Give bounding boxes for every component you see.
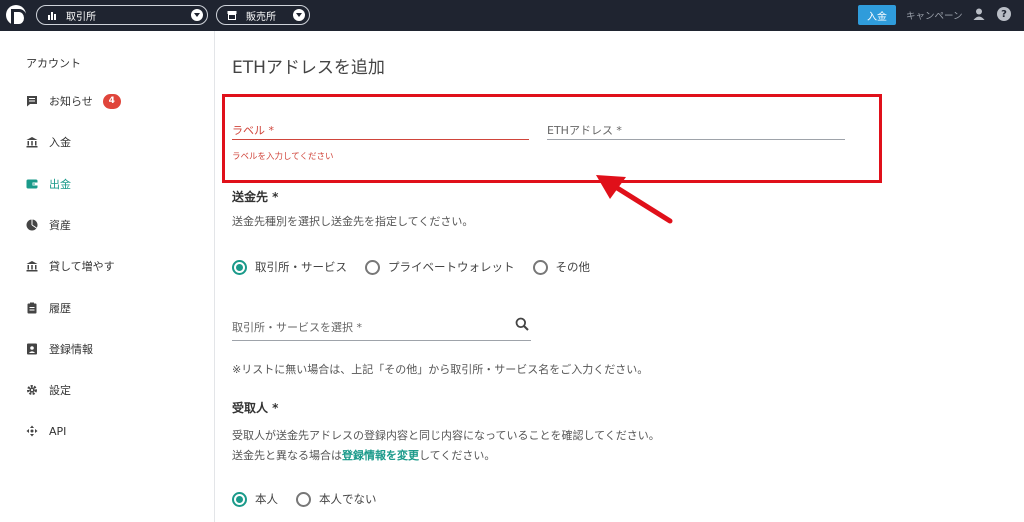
sidebar-item-label: 入金: [49, 136, 71, 149]
recipient-description-1: 受取人が送金先アドレスの登録内容と同じ内容になっていることを確認してください。: [232, 429, 660, 442]
highlight-box: [222, 94, 882, 183]
sidebar-item-label: お知らせ: [49, 95, 93, 108]
radio-label: 本人: [255, 492, 278, 506]
radio-button[interactable]: [232, 491, 247, 507]
chevron-down-icon: [293, 9, 305, 21]
sidebar-item-label: 出金: [49, 178, 71, 191]
sidebar-item-label: 設定: [49, 384, 71, 397]
search-placeholder: 取引所・サービスを選択 *: [232, 321, 362, 334]
top-bar: 取引所 販売所 入金 キャンペーン ?: [0, 0, 1024, 31]
change-registration-link[interactable]: 登録情報を変更: [342, 449, 419, 462]
radio-self[interactable]: 本人: [232, 491, 278, 507]
user-icon[interactable]: [973, 8, 985, 20]
radio-label: プライベートウォレット: [388, 260, 515, 274]
gear-icon: [26, 384, 38, 396]
sidebar-item-withdrawal[interactable]: 出金: [26, 176, 71, 192]
sidebar-item-registration[interactable]: 登録情報: [26, 341, 93, 357]
store-icon: [227, 11, 237, 20]
recipient-heading: 受取人 *: [232, 401, 279, 415]
clipboard-icon: [26, 302, 38, 314]
exchange-selector-label: 取引所: [66, 11, 96, 23]
store-selector-label: 販売所: [246, 11, 276, 23]
radio-label: その他: [555, 260, 591, 274]
api-icon: [26, 425, 38, 437]
deposit-button[interactable]: 入金: [858, 5, 896, 25]
sidebar-title: アカウント: [26, 57, 81, 70]
radio-exchange-service[interactable]: 取引所・サービス: [232, 259, 347, 275]
destination-heading: 送金先 *: [232, 190, 279, 204]
page-title: ETHアドレスを追加: [232, 58, 385, 78]
exchange-service-search[interactable]: 取引所・サービスを選択 *: [232, 313, 531, 341]
sidebar-item-history[interactable]: 履歴: [26, 300, 71, 316]
radio-label: 取引所・サービス: [255, 260, 347, 274]
bar-chart-icon: [48, 12, 56, 20]
sidebar-item-label: API: [49, 424, 67, 438]
recipient-description-2: 送金先と異なる場合は登録情報を変更してください。: [232, 447, 495, 463]
radio-button[interactable]: [296, 491, 311, 507]
sidebar-item-api[interactable]: API: [26, 423, 66, 439]
sidebar-item-lending[interactable]: 貸して増やす: [26, 258, 115, 274]
wallet-icon: [26, 178, 38, 190]
search-icon[interactable]: [515, 317, 529, 331]
pie-chart-icon: [26, 219, 38, 231]
sidebar-item-assets[interactable]: 資産: [26, 217, 71, 233]
sidebar: アカウント お知らせ 4 入金 出金 資産 貸して増やす 履歴 登録情報 設定 …: [0, 31, 215, 522]
sidebar-item-label: 貸して増やす: [49, 260, 115, 273]
campaign-link[interactable]: キャンペーン: [906, 8, 963, 22]
main-content: ETHアドレスを追加 ラベル * ラベルを入力してください ETHアドレス * …: [216, 31, 1024, 522]
sidebar-item-label: 登録情報: [49, 343, 93, 356]
sidebar-item-label: 履歴: [49, 302, 71, 315]
radio-other[interactable]: その他: [532, 259, 591, 275]
recipient-radio-group: 本人 本人でない: [232, 491, 395, 507]
destination-description: 送金先種別を選択し送金先を指定してください。: [232, 215, 474, 228]
notification-badge: 4: [102, 93, 121, 109]
radio-button[interactable]: [232, 259, 247, 275]
sidebar-item-settings[interactable]: 設定: [26, 382, 71, 398]
message-icon: [26, 95, 38, 107]
bank-icon: [26, 260, 38, 272]
destination-note: ※リストに無い場合は、上記「その他」から取引所・サービス名をご入力ください。: [232, 363, 649, 376]
radio-not-self[interactable]: 本人でない: [296, 491, 377, 507]
recipient-text-prefix: 送金先と異なる場合は: [232, 449, 342, 462]
radio-button[interactable]: [365, 259, 380, 275]
recipient-text-suffix: してください。: [419, 449, 496, 462]
sidebar-item-notifications[interactable]: お知らせ 4: [26, 93, 121, 109]
radio-label: 本人でない: [319, 492, 377, 506]
destination-radio-group: 取引所・サービス プライベートウォレット その他: [232, 259, 608, 275]
id-card-icon: [26, 343, 38, 355]
radio-button[interactable]: [532, 259, 548, 275]
annotation-arrow-icon: [596, 175, 673, 224]
exchange-selector[interactable]: 取引所: [36, 5, 208, 25]
chevron-down-icon: [191, 9, 203, 21]
sidebar-item-deposit[interactable]: 入金: [26, 134, 71, 150]
bitbank-logo[interactable]: [6, 5, 27, 27]
bank-icon: [26, 136, 38, 148]
sidebar-item-label: 資産: [49, 219, 71, 232]
radio-private-wallet[interactable]: プライベートウォレット: [365, 259, 515, 275]
store-selector[interactable]: 販売所: [216, 5, 310, 25]
help-icon[interactable]: ?: [997, 7, 1011, 21]
